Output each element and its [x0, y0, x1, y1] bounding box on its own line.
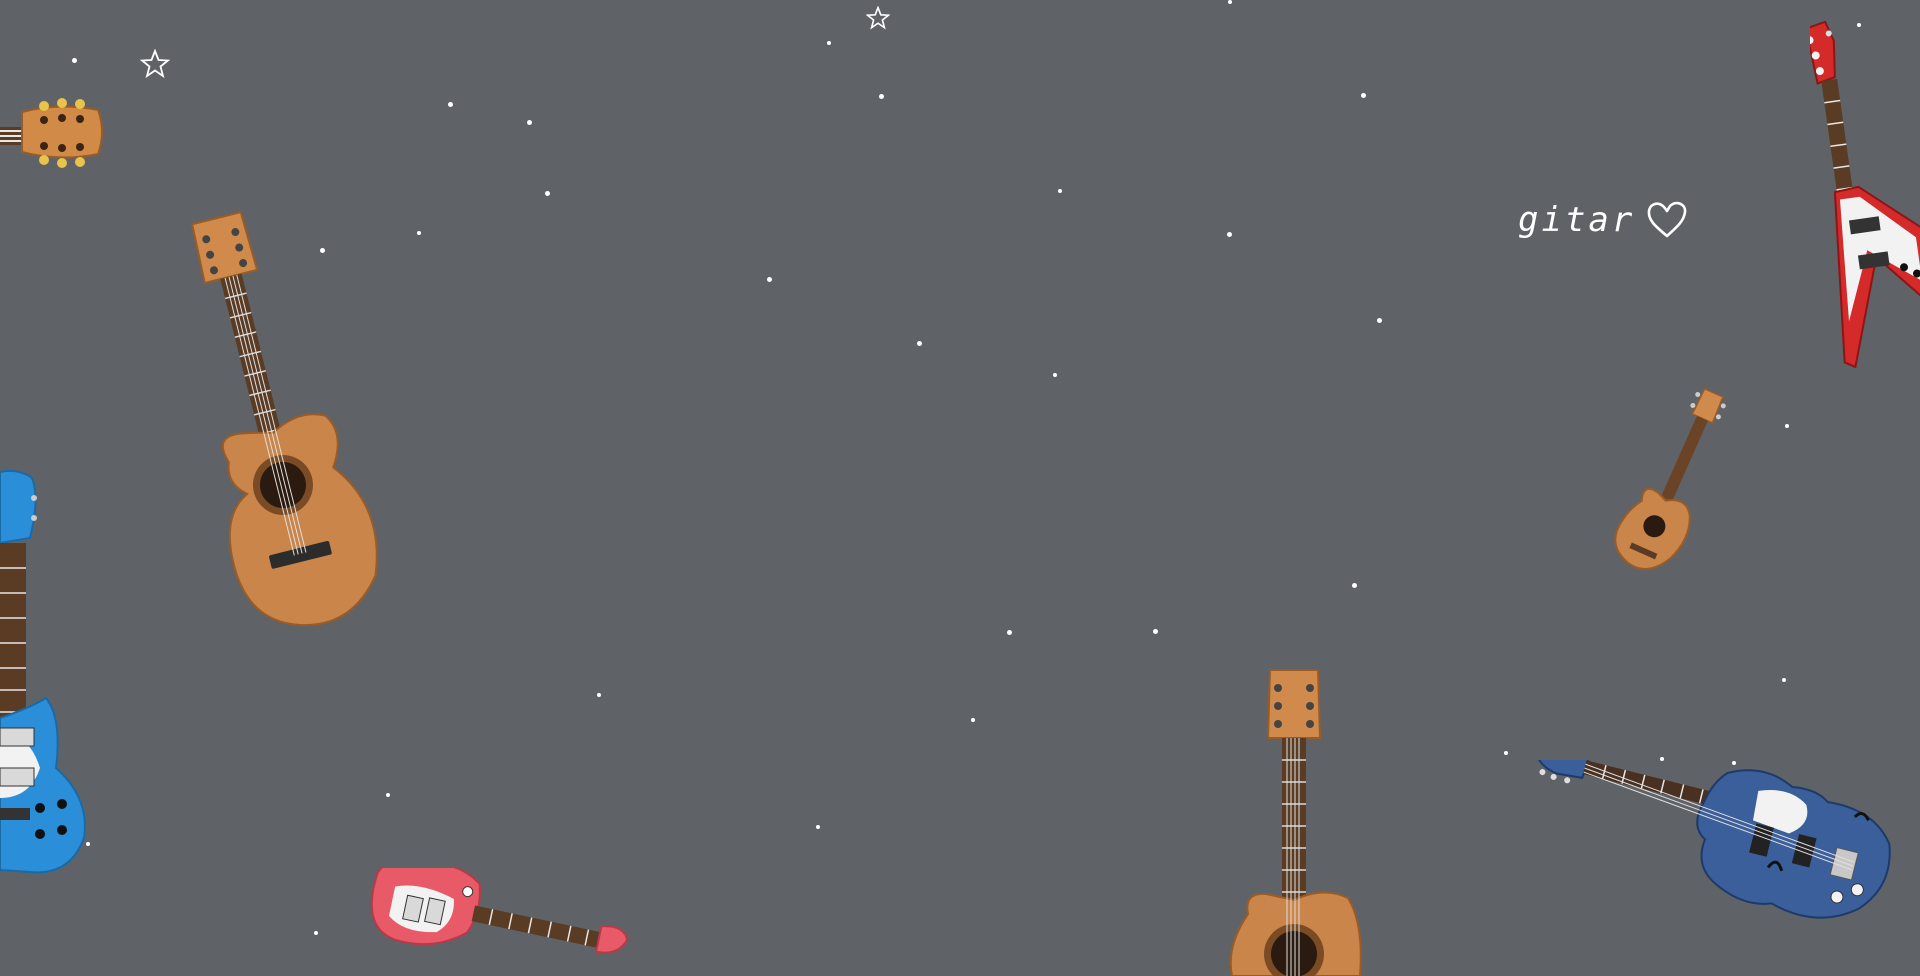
wallpaper-caption: gitar — [1518, 200, 1689, 240]
sparkle-dot — [917, 341, 922, 346]
sparkle-dot — [72, 58, 77, 63]
sparkle-dot — [1007, 630, 1012, 635]
pink-electric-guitar-icon — [370, 868, 629, 954]
desktop-wallpaper: gitar — [0, 0, 1920, 976]
sparkle-dot — [879, 94, 884, 99]
sparkle-dot — [417, 231, 421, 235]
acoustic-guitar-icon — [190, 210, 378, 626]
acoustic-guitar-icon — [1229, 669, 1362, 976]
sparkle-dot — [448, 102, 453, 107]
heart-outline-icon — [1648, 201, 1687, 238]
sparkle-dot — [1352, 583, 1357, 588]
sparkle-dot — [816, 825, 820, 829]
sparkle-dot — [1227, 232, 1232, 237]
sparkle-dot — [767, 277, 772, 282]
sparkle-dot — [1785, 424, 1789, 428]
sparkle-dot — [1153, 629, 1158, 634]
caption-text: gitar — [1518, 200, 1636, 240]
sparkle-dot — [314, 931, 318, 935]
sparkle-dot — [1782, 678, 1786, 682]
star-outline-icon — [140, 49, 170, 79]
red-flying-v-guitar-icon — [1810, 20, 1920, 369]
acoustic-guitar-headstock-icon — [0, 98, 103, 168]
ukulele-icon — [1614, 387, 1726, 570]
blue-hollow-body-guitar-icon — [1535, 760, 1891, 919]
sparkle-dot — [971, 718, 975, 722]
sparkle-dot — [1053, 373, 1057, 377]
sparkle-dot — [386, 793, 390, 797]
sparkle-dot — [1058, 189, 1062, 193]
sparkle-dot — [827, 41, 831, 45]
sparkle-dot — [597, 693, 601, 697]
sparkle-dot — [545, 191, 550, 196]
sparkle-dot — [527, 120, 532, 125]
sparkle-dot — [1228, 0, 1232, 4]
sparkle-dot — [1504, 751, 1508, 755]
blue-electric-guitar-icon — [0, 469, 86, 874]
sparkle-dot — [1377, 318, 1382, 323]
sparkle-dot — [1361, 93, 1366, 98]
star-outline-icon — [866, 6, 890, 30]
